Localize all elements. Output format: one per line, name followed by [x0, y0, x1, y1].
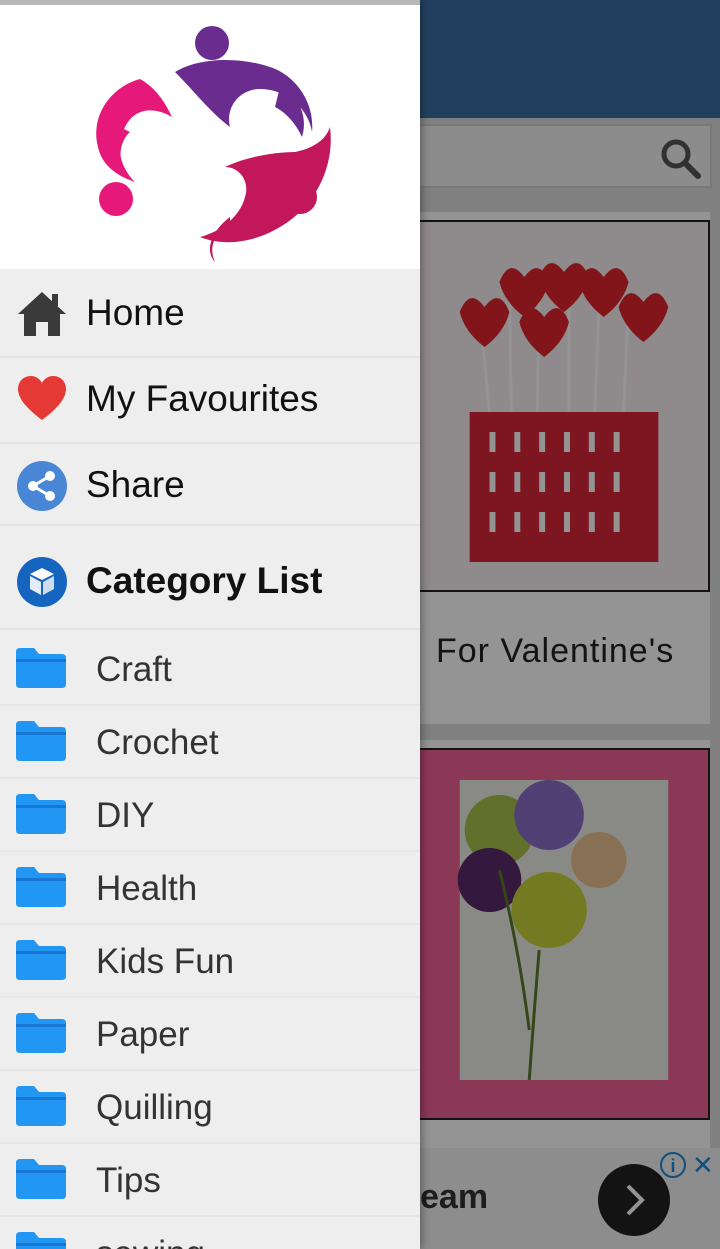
- category-item-tips[interactable]: Tips: [0, 1145, 420, 1217]
- nav-item-label: Home: [86, 292, 185, 333]
- folder-icon: [16, 648, 66, 688]
- category-item-sewing[interactable]: sewing: [0, 1218, 420, 1249]
- category-label: Kids Fun: [96, 942, 235, 981]
- heart-icon: [18, 376, 66, 420]
- category-item-paper[interactable]: Paper: [0, 999, 420, 1071]
- folder-icon: [16, 940, 66, 980]
- divider: [0, 628, 420, 630]
- category-label: Tips: [96, 1161, 161, 1200]
- category-item-crochet[interactable]: Crochet: [0, 707, 420, 779]
- folder-icon: [16, 867, 66, 907]
- category-item-kids-fun[interactable]: Kids Fun: [0, 926, 420, 998]
- drawer-header: [0, 5, 420, 269]
- category-list-header: Category List: [0, 540, 420, 624]
- category-label: sewing: [96, 1234, 205, 1249]
- folder-icon: [16, 1013, 66, 1053]
- nav-item-share[interactable]: Share: [0, 444, 420, 528]
- home-icon: [18, 292, 66, 336]
- nav-item-my-favourites[interactable]: My Favourites: [0, 358, 420, 442]
- folder-icon: [16, 1232, 66, 1249]
- community-people-logo: [96, 26, 331, 262]
- folder-icon: [16, 794, 66, 834]
- folder-icon: [16, 1159, 66, 1199]
- category-item-quilling[interactable]: Quilling: [0, 1072, 420, 1144]
- category-label: Health: [96, 869, 198, 908]
- folder-icon: [16, 1086, 66, 1126]
- nav-item-home[interactable]: Home: [0, 272, 420, 356]
- nav-item-label: My Favourites: [86, 378, 319, 419]
- category-label: Craft: [96, 650, 172, 689]
- category-list-title: Category List: [86, 560, 323, 601]
- category-label: Quilling: [96, 1088, 213, 1127]
- category-label: Paper: [96, 1015, 190, 1054]
- share-icon: [17, 461, 67, 511]
- nav-item-label: Share: [86, 464, 185, 505]
- folder-icon: [16, 721, 66, 761]
- category-item-diy[interactable]: DIY: [0, 780, 420, 852]
- category-label: DIY: [96, 796, 155, 835]
- divider: [0, 524, 420, 526]
- category-item-health[interactable]: Health: [0, 853, 420, 925]
- category-cube-icon: [17, 557, 67, 607]
- category-label: Crochet: [96, 723, 219, 762]
- navigation-drawer: Home My Favourites Share Category List C…: [0, 0, 420, 1249]
- category-item-craft[interactable]: Craft: [0, 634, 420, 706]
